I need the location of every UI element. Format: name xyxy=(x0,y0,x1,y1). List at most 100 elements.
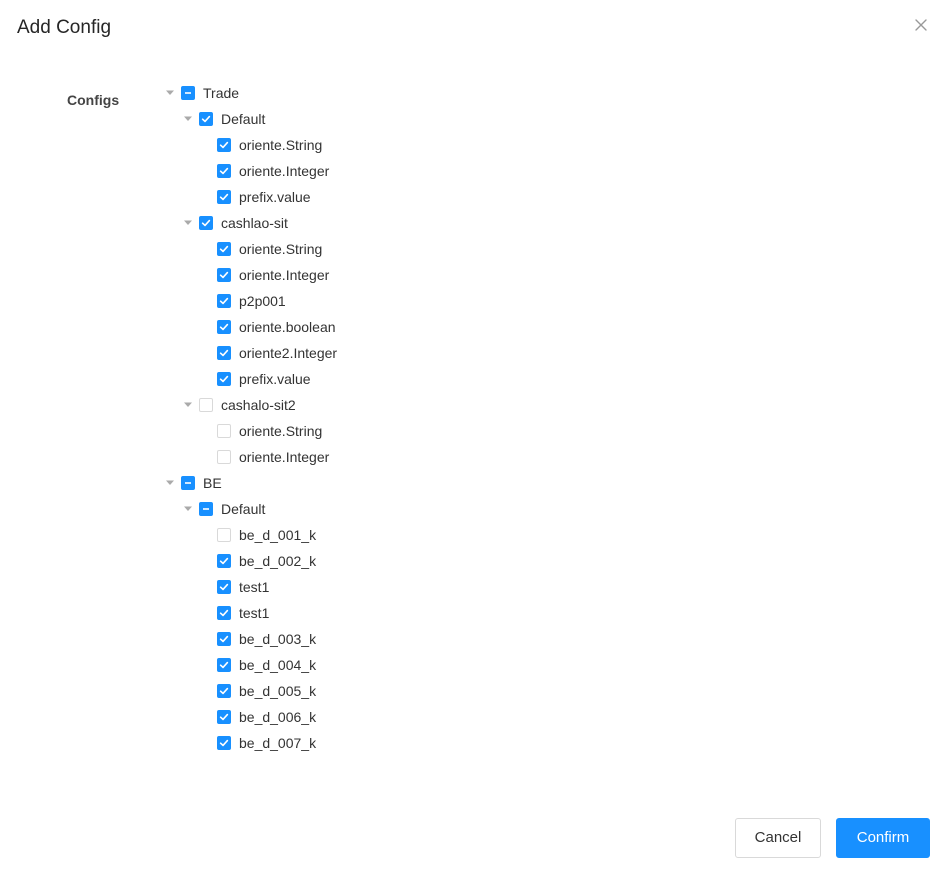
tree-checkbox-indeterminate[interactable] xyxy=(181,476,195,490)
tree-node-level-2[interactable]: oriente2.Integer xyxy=(163,340,663,366)
tree-node-level-2[interactable]: oriente.Integer xyxy=(163,444,663,470)
check-icon xyxy=(219,687,229,695)
tree-checkbox-checked[interactable] xyxy=(199,216,213,230)
tree-node-label[interactable]: be_d_004_k xyxy=(239,655,316,675)
tree-node-label[interactable]: oriente.Integer xyxy=(239,161,329,181)
tree-node-label[interactable]: oriente.Integer xyxy=(239,265,329,285)
tree-node-level-1[interactable]: cashalo-sit2 xyxy=(163,392,663,418)
tree-node-level-1[interactable]: Default xyxy=(163,496,663,522)
tree-node-level-2[interactable]: oriente.Integer xyxy=(163,262,663,288)
tree-checkbox-checked[interactable] xyxy=(217,372,231,386)
tree-node-label[interactable]: oriente2.Integer xyxy=(239,343,337,363)
tree-node-label[interactable]: oriente.boolean xyxy=(239,317,336,337)
tree-checkbox-unchecked[interactable] xyxy=(199,398,213,412)
check-icon xyxy=(219,583,229,591)
tree-node-level-0[interactable]: BE xyxy=(163,470,663,496)
tree-node-level-0[interactable]: Trade xyxy=(163,80,663,106)
tree-node-level-2[interactable]: be_d_007_k xyxy=(163,730,663,756)
tree-checkbox-indeterminate[interactable] xyxy=(199,502,213,516)
tree-node-level-1[interactable]: Default xyxy=(163,106,663,132)
tree-node-level-2[interactable]: prefix.value xyxy=(163,366,663,392)
tree-node-level-2[interactable]: oriente.String xyxy=(163,418,663,444)
tree-checkbox-unchecked[interactable] xyxy=(217,450,231,464)
tree-node-level-2[interactable]: oriente.String xyxy=(163,132,663,158)
caret-down-icon[interactable] xyxy=(165,89,175,97)
tree-node-label[interactable]: Default xyxy=(221,499,265,519)
tree-checkbox-checked[interactable] xyxy=(217,294,231,308)
tree-node-label[interactable]: Default xyxy=(221,109,265,129)
tree-checkbox-checked[interactable] xyxy=(217,658,231,672)
caret-down-icon[interactable] xyxy=(165,479,175,487)
minus-icon xyxy=(185,482,191,484)
check-icon xyxy=(219,245,229,253)
tree-checkbox-checked[interactable] xyxy=(199,112,213,126)
close-icon xyxy=(912,16,930,34)
check-icon xyxy=(219,739,229,747)
tree-node-label[interactable]: be_d_003_k xyxy=(239,629,316,649)
close-button[interactable] xyxy=(912,16,930,34)
confirm-button[interactable]: Confirm xyxy=(836,818,930,858)
tree-node-label[interactable]: BE xyxy=(203,473,222,493)
tree-node-level-1[interactable]: cashlao-sit xyxy=(163,210,663,236)
tree-node-label[interactable]: p2p001 xyxy=(239,291,286,311)
tree-checkbox-checked[interactable] xyxy=(217,320,231,334)
tree-checkbox-checked[interactable] xyxy=(217,684,231,698)
tree-node-label[interactable]: be_d_007_k xyxy=(239,733,316,753)
tree-node-level-2[interactable]: be_d_001_k xyxy=(163,522,663,548)
check-icon xyxy=(219,609,229,617)
check-icon xyxy=(201,115,211,123)
check-icon xyxy=(219,323,229,331)
tree-node-level-2[interactable]: oriente.String xyxy=(163,236,663,262)
tree-node-label[interactable]: Trade xyxy=(203,83,239,103)
caret-down-icon[interactable] xyxy=(183,115,193,123)
tree-checkbox-checked[interactable] xyxy=(217,190,231,204)
minus-icon xyxy=(185,92,191,94)
tree-node-label[interactable]: cashalo-sit2 xyxy=(221,395,296,415)
tree-node-label[interactable]: cashlao-sit xyxy=(221,213,288,233)
caret-down-icon[interactable] xyxy=(183,401,193,409)
tree-checkbox-unchecked[interactable] xyxy=(217,424,231,438)
tree-checkbox-checked[interactable] xyxy=(217,632,231,646)
cancel-button[interactable]: Cancel xyxy=(735,818,821,858)
tree-checkbox-checked[interactable] xyxy=(217,164,231,178)
tree-checkbox-checked[interactable] xyxy=(217,138,231,152)
tree-node-level-2[interactable]: p2p001 xyxy=(163,288,663,314)
tree-node-label[interactable]: prefix.value xyxy=(239,369,311,389)
tree-node-label[interactable]: be_d_002_k xyxy=(239,551,316,571)
caret-down-icon[interactable] xyxy=(183,505,193,513)
caret-down-icon[interactable] xyxy=(183,219,193,227)
tree-checkbox-checked[interactable] xyxy=(217,710,231,724)
tree-node-label[interactable]: test1 xyxy=(239,603,269,623)
tree-checkbox-checked[interactable] xyxy=(217,736,231,750)
tree-node-level-2[interactable]: be_d_004_k xyxy=(163,652,663,678)
tree-node-label[interactable]: be_d_006_k xyxy=(239,707,316,727)
tree-checkbox-checked[interactable] xyxy=(217,580,231,594)
tree-node-level-2[interactable]: be_d_005_k xyxy=(163,678,663,704)
tree-node-label[interactable]: oriente.String xyxy=(239,421,322,441)
check-icon xyxy=(219,297,229,305)
check-icon xyxy=(219,557,229,565)
tree-node-level-2[interactable]: be_d_006_k xyxy=(163,704,663,730)
tree-node-level-2[interactable]: prefix.value xyxy=(163,184,663,210)
tree-node-level-2[interactable]: oriente.Integer xyxy=(163,158,663,184)
tree-checkbox-checked[interactable] xyxy=(217,346,231,360)
tree-node-label[interactable]: oriente.String xyxy=(239,135,322,155)
tree-node-label[interactable]: oriente.Integer xyxy=(239,447,329,467)
tree-checkbox-checked[interactable] xyxy=(217,242,231,256)
tree-node-level-2[interactable]: be_d_003_k xyxy=(163,626,663,652)
tree-node-label[interactable]: be_d_005_k xyxy=(239,681,316,701)
tree-node-label[interactable]: prefix.value xyxy=(239,187,311,207)
check-icon xyxy=(219,141,229,149)
tree-node-level-2[interactable]: be_d_002_k xyxy=(163,548,663,574)
tree-node-label[interactable]: be_d_001_k xyxy=(239,525,316,545)
tree-node-level-2[interactable]: test1 xyxy=(163,574,663,600)
tree-node-label[interactable]: oriente.String xyxy=(239,239,322,259)
tree-checkbox-checked[interactable] xyxy=(217,554,231,568)
tree-checkbox-checked[interactable] xyxy=(217,606,231,620)
tree-checkbox-checked[interactable] xyxy=(217,268,231,282)
tree-checkbox-unchecked[interactable] xyxy=(217,528,231,542)
tree-node-label[interactable]: test1 xyxy=(239,577,269,597)
tree-node-level-2[interactable]: test1 xyxy=(163,600,663,626)
tree-node-level-2[interactable]: oriente.boolean xyxy=(163,314,663,340)
tree-checkbox-indeterminate[interactable] xyxy=(181,86,195,100)
